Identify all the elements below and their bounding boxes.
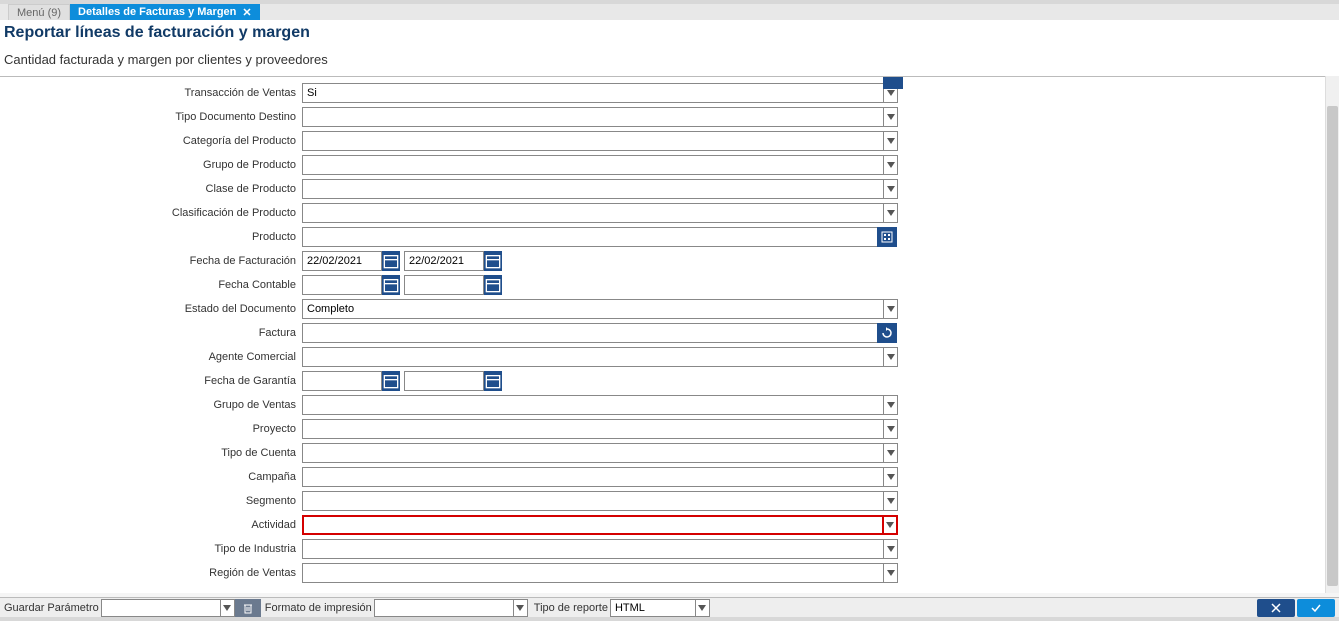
label-clasificacion-producto: Clasificación de Producto <box>0 207 302 219</box>
calendar-icon[interactable] <box>382 275 400 295</box>
combo-campana[interactable] <box>302 467 884 487</box>
scroll-thumb[interactable] <box>1327 106 1338 586</box>
date-fecha-facturacion-from[interactable] <box>302 251 382 271</box>
close-icon[interactable]: ✕ <box>242 6 251 19</box>
label-tipo-reporte: Tipo de reporte <box>534 602 608 614</box>
combo-grupo-ventas[interactable] <box>302 395 884 415</box>
combo-estado-documento[interactable] <box>302 299 884 319</box>
calendar-icon[interactable] <box>484 371 502 391</box>
date-fecha-contable-from[interactable] <box>302 275 382 295</box>
page-title: Reportar líneas de facturación y margen <box>4 24 1335 42</box>
label-guardar-parametro: Guardar Parámetro <box>4 602 99 614</box>
dropdown-icon[interactable] <box>884 419 898 439</box>
date-fecha-facturacion-to[interactable] <box>404 251 484 271</box>
combo-region-ventas[interactable] <box>302 563 884 583</box>
label-grupo-producto: Grupo de Producto <box>0 159 302 171</box>
dropdown-icon[interactable] <box>884 539 898 559</box>
combo-tipo-reporte[interactable] <box>610 599 696 617</box>
tab-menu[interactable]: Menú (9) <box>8 4 70 20</box>
label-producto: Producto <box>0 231 302 243</box>
combo-grupo-producto[interactable] <box>302 155 884 175</box>
page-header: Reportar líneas de facturación y margen … <box>0 20 1339 77</box>
label-fecha-garantia: Fecha de Garantía <box>0 375 302 387</box>
label-tipo-cuenta: Tipo de Cuenta <box>0 447 302 459</box>
label-factura: Factura <box>0 327 302 339</box>
label-transaccion-ventas: Transacción de Ventas <box>0 87 302 99</box>
combo-clase-producto[interactable] <box>302 179 884 199</box>
combo-clasificacion-producto[interactable] <box>302 203 884 223</box>
calendar-icon[interactable] <box>484 275 502 295</box>
combo-actividad[interactable] <box>302 515 884 535</box>
combo-tipo-industria[interactable] <box>302 539 884 559</box>
combo-categoria-producto[interactable] <box>302 131 884 151</box>
date-fecha-contable-to[interactable] <box>404 275 484 295</box>
dropdown-icon[interactable] <box>884 443 898 463</box>
combo-guardar-parametro[interactable] <box>101 599 221 617</box>
label-segmento: Segmento <box>0 495 302 507</box>
dropdown-icon[interactable] <box>884 107 898 127</box>
label-agente-comercial: Agente Comercial <box>0 351 302 363</box>
label-region-ventas: Región de Ventas <box>0 567 302 579</box>
dropdown-icon[interactable] <box>884 491 898 511</box>
form-area: Transacción de Ventas Tipo Documento Des… <box>0 76 1325 593</box>
dropdown-icon[interactable] <box>884 395 898 415</box>
date-fecha-garantia-from[interactable] <box>302 371 382 391</box>
partial-button-top[interactable] <box>883 77 903 89</box>
dropdown-icon[interactable] <box>884 347 898 367</box>
label-estado-documento: Estado del Documento <box>0 303 302 315</box>
dropdown-icon[interactable] <box>884 179 898 199</box>
input-factura[interactable] <box>302 323 878 343</box>
refresh-icon[interactable] <box>877 323 897 343</box>
label-actividad: Actividad <box>0 519 302 531</box>
label-categoria-producto: Categoría del Producto <box>0 135 302 147</box>
dropdown-icon[interactable] <box>884 515 898 535</box>
calendar-icon[interactable] <box>382 371 400 391</box>
label-formato-impresion: Formato de impresión <box>265 602 372 614</box>
date-fecha-garantia-to[interactable] <box>404 371 484 391</box>
label-tipo-industria: Tipo de Industria <box>0 543 302 555</box>
dropdown-icon[interactable] <box>221 599 235 617</box>
combo-segmento[interactable] <box>302 491 884 511</box>
dropdown-icon[interactable] <box>884 299 898 319</box>
calendar-icon[interactable] <box>484 251 502 271</box>
label-campana: Campaña <box>0 471 302 483</box>
label-clase-producto: Clase de Producto <box>0 183 302 195</box>
dropdown-icon[interactable] <box>884 563 898 583</box>
footer: Guardar Parámetro Formato de impresión T… <box>0 597 1339 621</box>
label-fecha-facturacion: Fecha de Facturación <box>0 255 302 267</box>
label-grupo-ventas: Grupo de Ventas <box>0 399 302 411</box>
tab-active[interactable]: Detalles de Facturas y Margen ✕ <box>70 4 260 20</box>
trash-icon[interactable] <box>235 599 261 617</box>
tab-menu-label: Menú (9) <box>17 7 61 19</box>
combo-agente-comercial[interactable] <box>302 347 884 367</box>
cancel-button[interactable] <box>1257 599 1295 617</box>
dropdown-icon[interactable] <box>884 131 898 151</box>
combo-tipo-doc-destino[interactable] <box>302 107 884 127</box>
dropdown-icon[interactable] <box>514 599 528 617</box>
lookup-icon[interactable] <box>877 227 897 247</box>
combo-transaccion-ventas[interactable] <box>302 83 884 103</box>
label-tipo-doc-destino: Tipo Documento Destino <box>0 111 302 123</box>
dropdown-icon[interactable] <box>884 155 898 175</box>
page-subtitle: Cantidad facturada y margen por clientes… <box>4 52 1335 67</box>
label-proyecto: Proyecto <box>0 423 302 435</box>
tab-bar: Menú (9) Detalles de Facturas y Margen ✕ <box>0 0 1339 20</box>
scrollbar[interactable] <box>1325 76 1339 593</box>
combo-formato-impresion[interactable] <box>374 599 514 617</box>
tab-active-label: Detalles de Facturas y Margen <box>78 6 236 18</box>
ok-button[interactable] <box>1297 599 1335 617</box>
input-producto[interactable] <box>302 227 878 247</box>
dropdown-icon[interactable] <box>884 467 898 487</box>
combo-tipo-cuenta[interactable] <box>302 443 884 463</box>
combo-proyecto[interactable] <box>302 419 884 439</box>
label-fecha-contable: Fecha Contable <box>0 279 302 291</box>
calendar-icon[interactable] <box>382 251 400 271</box>
dropdown-icon[interactable] <box>696 599 710 617</box>
dropdown-icon[interactable] <box>884 203 898 223</box>
